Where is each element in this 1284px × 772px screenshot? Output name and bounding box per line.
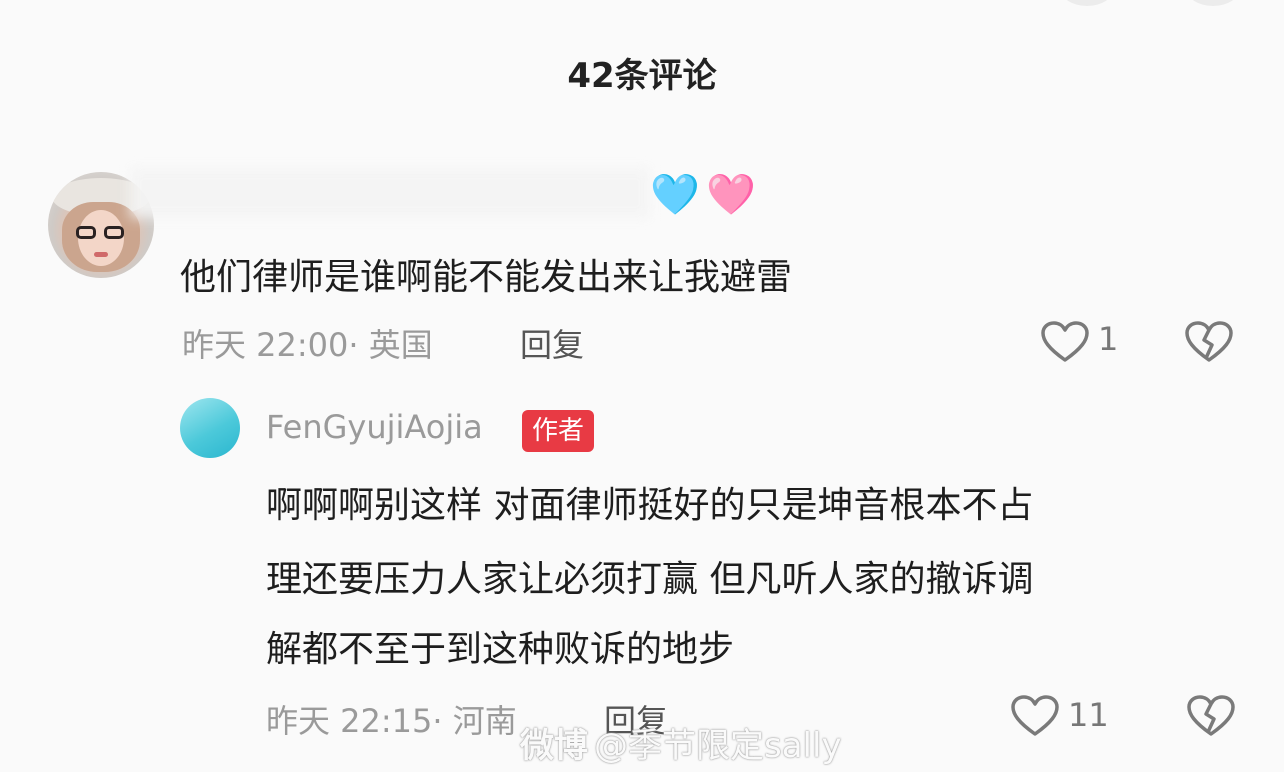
reply-text-line: 啊啊啊别这样 对面律师挺好的只是坤音根本不占 xyxy=(266,485,1034,526)
comments-count-title: 42条评论 xyxy=(567,56,717,96)
heart-outline-icon[interactable] xyxy=(1010,694,1060,738)
weibo-logo-icon: 微博 xyxy=(520,726,588,766)
reply-text-line: 理还要压力人家让必须打赢 但凡听人家的撤诉调 xyxy=(266,559,1034,600)
like-count: 1 xyxy=(1098,320,1119,358)
heart-outline-icon[interactable] xyxy=(1040,320,1090,364)
weibo-watermark: 微博 @季节限定sally xyxy=(520,718,842,767)
reply-meta: 昨天 22:15· 河南 xyxy=(266,702,517,740)
broken-heart-icon[interactable] xyxy=(1184,320,1234,364)
author-avatar[interactable] xyxy=(180,398,240,458)
reply-text-line: 解都不至于到这种败诉的地步 xyxy=(266,629,735,670)
reply-button[interactable]: 回复 xyxy=(520,320,584,366)
top-button-left[interactable] xyxy=(1060,0,1114,6)
blurred-username xyxy=(130,168,650,218)
pink-heart-emoji: 🩷 xyxy=(706,172,756,218)
author-badge: 作者 xyxy=(522,410,595,452)
avatar-glasses xyxy=(76,226,126,240)
comment-meta: 昨天 22:00· 英国 xyxy=(182,326,433,364)
watermark-text: @季节限定sally xyxy=(594,726,842,766)
top-button-right[interactable] xyxy=(1186,0,1240,6)
blue-heart-emoji: 🩵 xyxy=(650,172,700,218)
comment-text: 他们律师是谁啊能不能发出来让我避雷 xyxy=(180,257,793,298)
like-count: 11 xyxy=(1068,696,1109,734)
avatar-lips xyxy=(94,252,108,257)
author-username[interactable]: FenGyujiAojia xyxy=(266,408,483,446)
broken-heart-icon[interactable] xyxy=(1186,694,1236,738)
